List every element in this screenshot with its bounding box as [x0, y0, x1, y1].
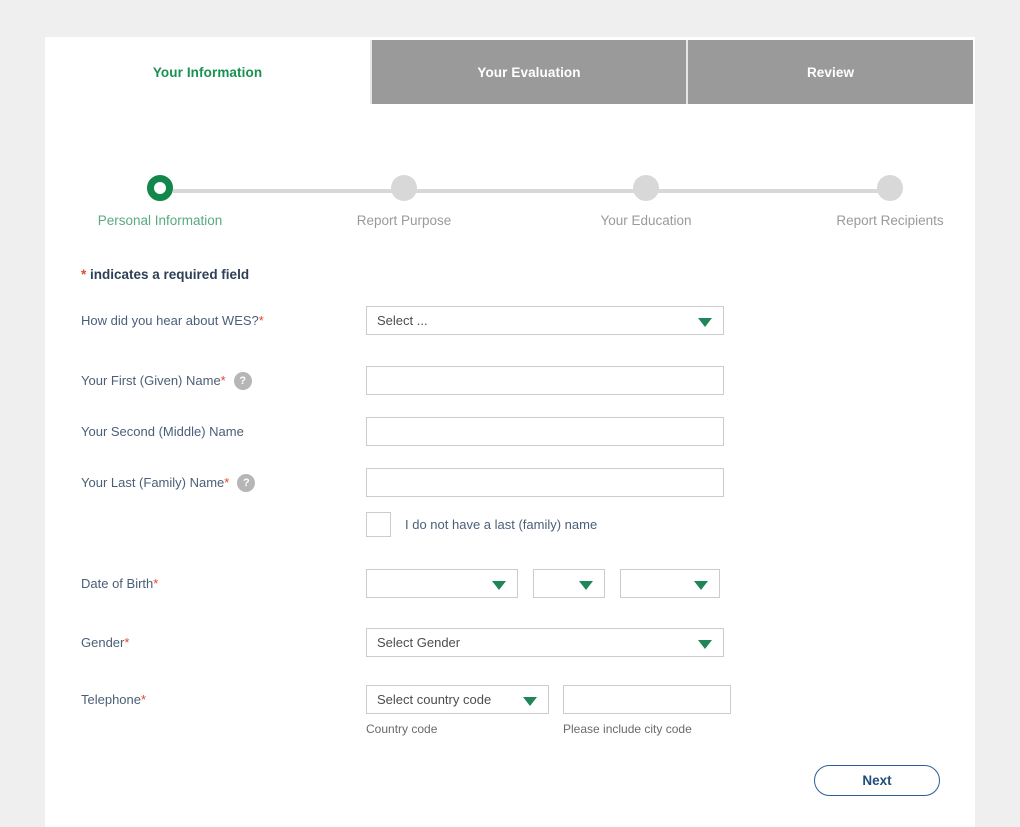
- input-telephone-number[interactable]: [563, 685, 731, 714]
- dropdown-gender-value: Select Gender: [377, 635, 461, 650]
- telephone-group: Select country code Country code Please …: [366, 685, 731, 736]
- input-last-name[interactable]: [366, 468, 724, 497]
- stepper-connector-2: [415, 189, 647, 193]
- step-circle-icon: [877, 175, 903, 201]
- next-button[interactable]: Next: [814, 765, 940, 796]
- label-first-name-text: Your First (Given) Name: [81, 373, 221, 388]
- tab-your-evaluation[interactable]: Your Evaluation: [370, 40, 686, 104]
- label-middle-name-text: Your Second (Middle) Name: [81, 424, 244, 439]
- label-hear-about-text: How did you hear about WES?: [81, 313, 259, 328]
- step-circle-icon: [391, 175, 417, 201]
- label-gender: Gender*: [81, 634, 129, 652]
- dropdown-gender-control[interactable]: Select Gender: [366, 628, 724, 657]
- tab-your-information[interactable]: Your Information: [45, 40, 370, 104]
- dropdown-dob-month[interactable]: [366, 569, 518, 598]
- help-icon[interactable]: ?: [233, 371, 252, 390]
- date-of-birth-group: [366, 569, 720, 598]
- dropdown-dob-year[interactable]: [620, 569, 720, 598]
- tab-your-evaluation-label: Your Evaluation: [477, 64, 581, 80]
- chevron-down-icon: [698, 639, 712, 649]
- step-circle-icon: [147, 175, 173, 201]
- help-icon[interactable]: ?: [237, 473, 256, 492]
- step-circle-icon: [633, 175, 659, 201]
- stepper-step-label: Report Purpose: [356, 213, 452, 228]
- label-telephone-asterisk: *: [141, 692, 147, 707]
- tab-review-label: Review: [806, 64, 855, 80]
- dropdown-hear-about-control[interactable]: Select ...: [366, 306, 724, 335]
- dropdown-hear-about[interactable]: Select ...: [366, 306, 724, 335]
- checkbox-no-last-name-label: I do not have a last (family) name: [405, 517, 598, 532]
- tab-review[interactable]: Review: [686, 40, 973, 104]
- label-gender-text: Gender: [81, 635, 125, 650]
- label-date-of-birth-text: Date of Birth: [81, 576, 154, 591]
- stepper-step-label: Report Recipients: [836, 213, 944, 228]
- label-first-name-asterisk: *: [220, 373, 226, 388]
- required-field-note: * indicates a required field: [81, 267, 249, 282]
- label-gender-asterisk: *: [124, 635, 130, 650]
- label-hear-about: How did you hear about WES?*: [81, 312, 264, 330]
- label-date-of-birth: Date of Birth*: [81, 575, 158, 593]
- dropdown-dob-day[interactable]: [533, 569, 605, 598]
- chevron-down-icon: [579, 580, 593, 590]
- tab-bar: Your Information Your Evaluation Review: [45, 40, 975, 104]
- stepper-step-label: Your Education: [600, 213, 692, 228]
- tab-your-information-label: Your Information: [152, 64, 263, 80]
- label-hear-about-asterisk: *: [258, 313, 264, 328]
- stepper-step-label: Personal Information: [97, 213, 223, 228]
- dropdown-hear-about-value: Select ...: [377, 313, 428, 328]
- label-last-name-text: Your Last (Family) Name: [81, 475, 225, 490]
- label-telephone: Telephone*: [81, 691, 146, 709]
- checkbox-no-last-name[interactable]: I do not have a last (family) name: [366, 512, 597, 537]
- chevron-down-icon: [523, 696, 537, 706]
- chevron-down-icon: [492, 580, 506, 590]
- checkbox-no-last-name-box[interactable]: [366, 512, 391, 537]
- input-middle-name-control[interactable]: [366, 417, 724, 446]
- dropdown-country-code-value: Select country code: [377, 692, 492, 707]
- input-last-name-control[interactable]: [366, 468, 724, 497]
- input-first-name[interactable]: [366, 366, 724, 395]
- label-date-of-birth-asterisk: *: [153, 576, 159, 591]
- dropdown-gender[interactable]: Select Gender: [366, 628, 724, 657]
- dropdown-country-code[interactable]: Select country code: [366, 685, 549, 714]
- stepper-connector-1: [173, 189, 405, 193]
- chevron-down-icon: [698, 317, 712, 327]
- stepper-connector-3: [657, 189, 889, 193]
- input-middle-name[interactable]: [366, 417, 724, 446]
- label-telephone-text: Telephone: [81, 692, 141, 707]
- chevron-down-icon: [694, 580, 708, 590]
- label-first-name: Your First (Given) Name*?: [81, 371, 252, 391]
- form-card: Your Information Your Evaluation Review …: [45, 37, 975, 827]
- label-middle-name: Your Second (Middle) Name: [81, 423, 244, 441]
- page-background: Your Information Your Evaluation Review …: [0, 0, 1020, 827]
- helper-country-code: Country code: [366, 722, 438, 736]
- helper-telephone-number: Please include city code: [563, 722, 692, 736]
- label-last-name-asterisk: *: [224, 475, 230, 490]
- progress-stepper: Personal Information Report Purpose Your…: [45, 142, 975, 232]
- label-last-name: Your Last (Family) Name*?: [81, 473, 256, 493]
- required-note-text: indicates a required field: [86, 267, 250, 282]
- input-first-name-control[interactable]: [366, 366, 724, 395]
